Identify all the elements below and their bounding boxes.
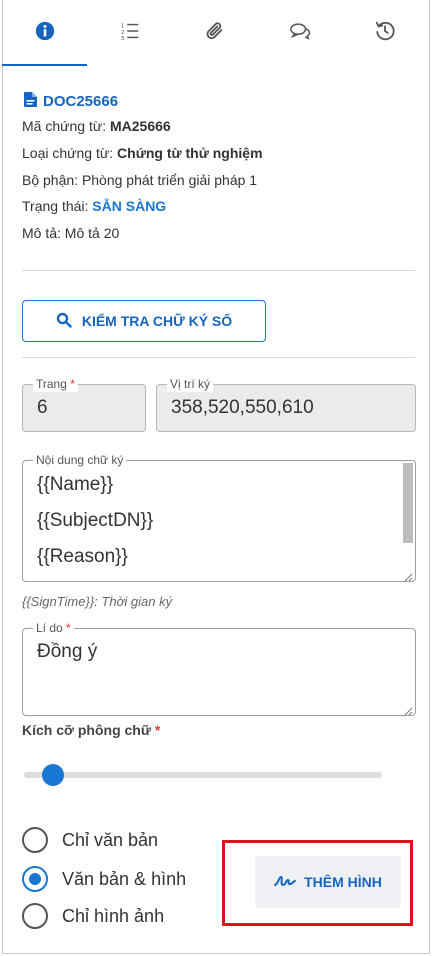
- search-icon: [56, 312, 72, 331]
- signature-position-label: Vị trí ký: [167, 376, 214, 392]
- signature-position-field[interactable]: Vị trí ký 358,520,550,610: [156, 376, 416, 432]
- page-field-label: Trang *: [33, 376, 78, 392]
- signature-content-textarea[interactable]: Nội dung chữ ký {{Name}} {{SubjectDN}} {…: [22, 452, 416, 582]
- comments-icon: [289, 20, 311, 47]
- tab-list[interactable]: 123: [87, 0, 172, 66]
- font-size-slider-track[interactable]: [24, 772, 382, 778]
- status-badge: SẴN SÀNG: [92, 198, 167, 214]
- svg-text:3: 3: [121, 36, 125, 42]
- reason-label: Lí do *: [33, 620, 74, 636]
- radio-text-and-image[interactable]: Văn bản & hình: [22, 866, 186, 892]
- description-line: Mô tả: Mô tả 20: [22, 225, 120, 241]
- list-icon: 123: [119, 20, 141, 47]
- page-field[interactable]: Trang * 6: [22, 376, 146, 432]
- tab-bar: 123: [2, 0, 428, 66]
- department-line: Bộ phận: Phòng phát triển giải pháp 1: [22, 172, 258, 188]
- signature-icon: [274, 874, 297, 890]
- tab-comments[interactable]: [258, 0, 343, 66]
- radio-image-only[interactable]: Chỉ hình ảnh: [22, 903, 164, 929]
- voucher-code-line: Mã chứng từ: MA25666: [22, 118, 171, 134]
- tab-history[interactable]: [343, 0, 428, 66]
- radio-button[interactable]: [22, 866, 48, 892]
- add-image-button[interactable]: THÊM HÌNH: [255, 856, 401, 908]
- info-icon: [34, 20, 56, 47]
- font-size-label: Kích cỡ phông chữ *: [22, 722, 161, 738]
- pdf-file-icon: [24, 92, 37, 111]
- document-code[interactable]: DOC25666: [24, 92, 118, 111]
- radio-text-only[interactable]: Chỉ văn bản: [22, 827, 158, 853]
- textarea-scrollbar[interactable]: [403, 463, 413, 543]
- resize-handle-icon[interactable]: [403, 569, 413, 582]
- svg-text:1: 1: [121, 23, 125, 29]
- tab-attachments[interactable]: [172, 0, 257, 66]
- history-icon: [374, 20, 396, 47]
- verify-signature-button[interactable]: KIỂM TRA CHỮ KÝ SỐ: [22, 300, 266, 342]
- tab-info[interactable]: [2, 0, 88, 66]
- status-line: Trạng thái: SẴN SÀNG: [22, 198, 167, 214]
- radio-button[interactable]: [22, 827, 48, 853]
- font-size-slider-thumb[interactable]: [41, 764, 64, 786]
- resize-handle-icon[interactable]: [403, 703, 413, 716]
- svg-text:2: 2: [121, 29, 125, 35]
- reason-textarea[interactable]: Lí do * Đồng ý: [22, 620, 416, 716]
- radio-button[interactable]: [22, 903, 48, 929]
- divider: [22, 270, 415, 271]
- voucher-type-line: Loại chứng từ: Chứng từ thử nghiệm: [22, 145, 263, 161]
- paperclip-icon: [204, 20, 226, 47]
- signature-content-text: {{Name}} {{SubjectDN}} {{Reason}}: [37, 474, 154, 567]
- signature-content-label: Nội dung chữ ký: [33, 452, 127, 468]
- divider: [22, 357, 415, 358]
- sign-time-hint: {{SignTime}}: Thời gian ký: [22, 594, 173, 609]
